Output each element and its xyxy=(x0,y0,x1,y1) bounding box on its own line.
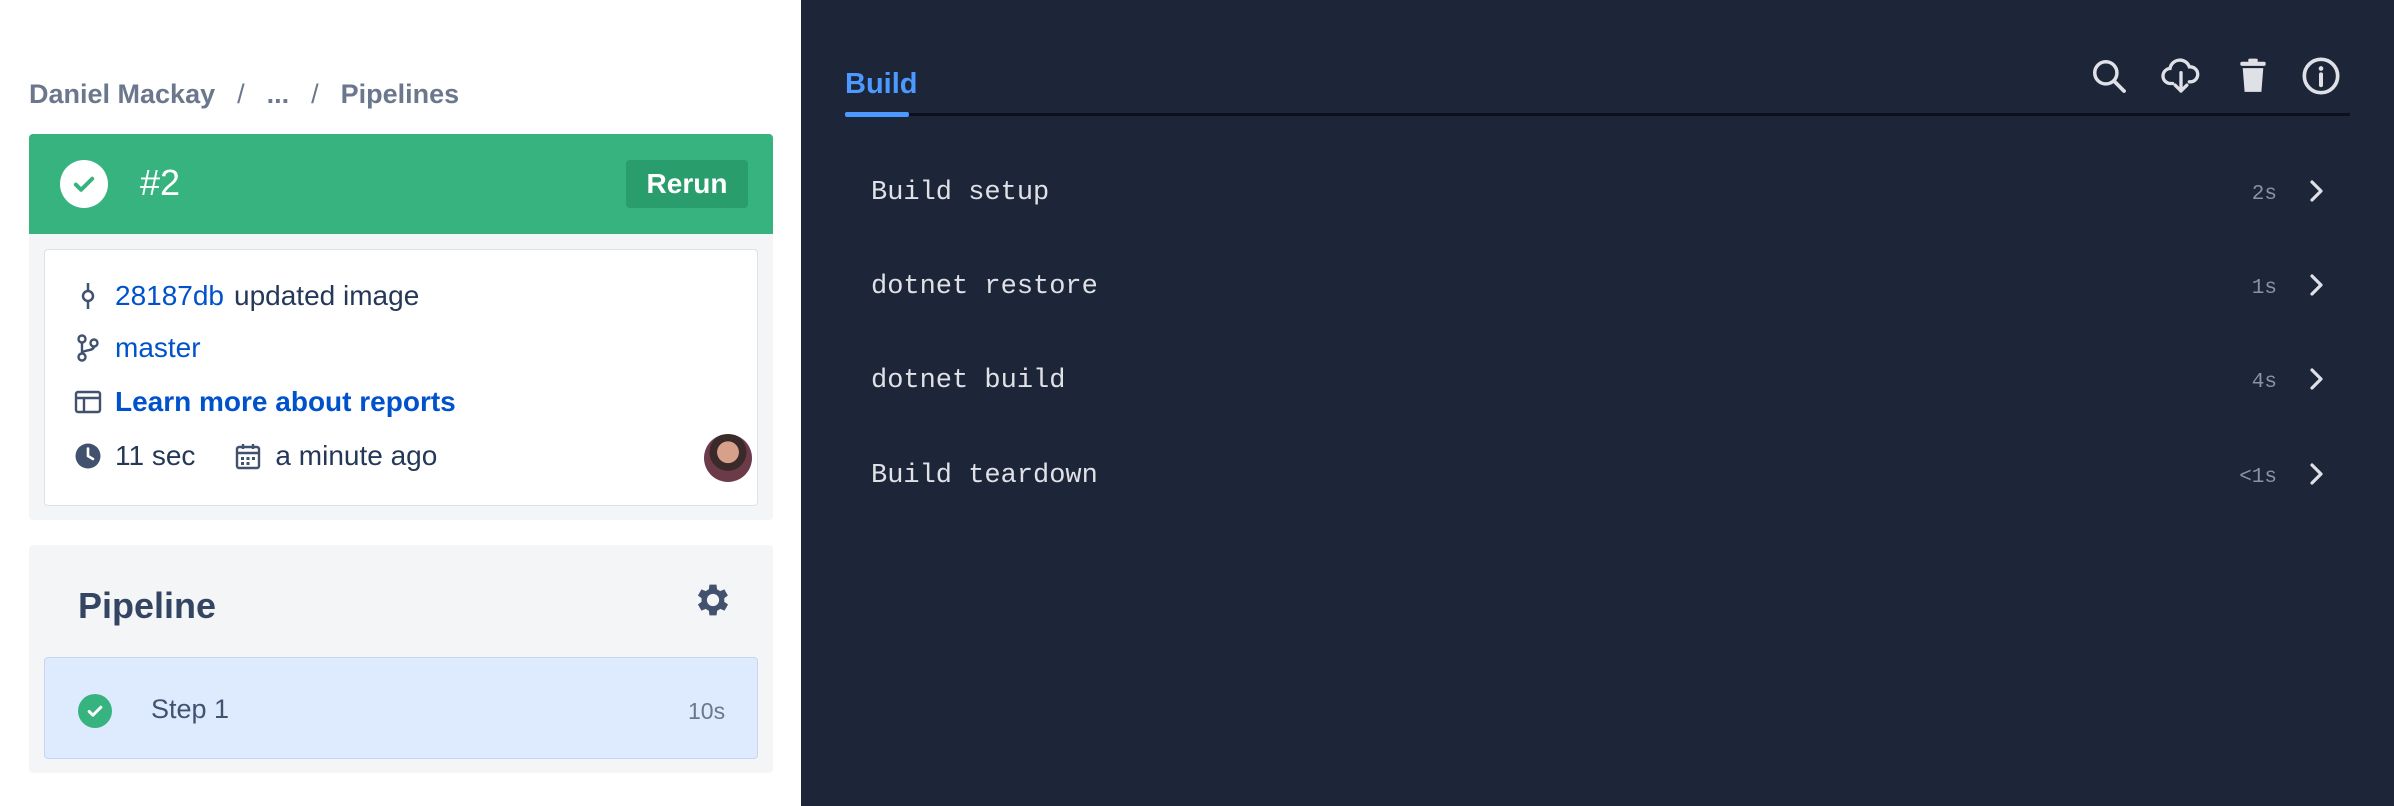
learn-more-reports-link[interactable]: Learn more about reports xyxy=(115,386,456,418)
breadcrumb-separator: / xyxy=(311,78,319,109)
run-started-time: a minute ago xyxy=(275,440,438,471)
run-details: 28187db updated image master Learn more … xyxy=(29,234,773,520)
commit-icon xyxy=(73,281,103,311)
chevron-right-icon xyxy=(2310,463,2323,485)
build-log-panel: Build Build setup 2s dotnet restore 1s d… xyxy=(801,0,2394,806)
tab-build[interactable]: Build xyxy=(845,68,918,101)
pipeline-step[interactable]: Step 1 10s xyxy=(44,657,758,759)
run-duration: 11 sec xyxy=(115,440,196,471)
tab-divider xyxy=(845,113,2350,116)
download-icon[interactable] xyxy=(2161,56,2201,96)
pipeline-sidebar: Daniel Mackay / ... / Pipelines #2 Rerun… xyxy=(0,0,801,806)
run-status-header: #2 Rerun xyxy=(29,134,773,234)
avatar[interactable] xyxy=(704,434,752,482)
run-details-card: 28187db updated image master Learn more … xyxy=(44,249,758,506)
pipeline-steps-panel: Pipeline Step 1 10s xyxy=(29,545,773,773)
timing-row: 11 sec a minute ago xyxy=(73,440,437,472)
chevron-right-icon xyxy=(2310,180,2323,202)
breadcrumb-ellipsis[interactable]: ... xyxy=(267,79,290,110)
pipeline-title: Pipeline xyxy=(78,585,217,626)
calendar-icon xyxy=(233,441,263,471)
clock-icon xyxy=(73,441,103,471)
log-section-name: dotnet restore xyxy=(871,272,1098,302)
breadcrumb-pipelines[interactable]: Pipelines xyxy=(341,79,460,110)
trash-icon[interactable] xyxy=(2233,56,2273,96)
commit-hash-link[interactable]: 28187db xyxy=(115,280,224,312)
breadcrumb-owner[interactable]: Daniel Mackay xyxy=(29,79,215,110)
breadcrumb-separator: / xyxy=(237,78,245,109)
reports-icon xyxy=(73,387,103,417)
log-section[interactable]: Build teardown <1s xyxy=(845,429,2350,521)
search-icon[interactable] xyxy=(2089,56,2129,96)
log-section[interactable]: dotnet build 4s xyxy=(845,334,2350,426)
commit-message: updated image xyxy=(234,280,420,311)
log-section-duration: 1s xyxy=(2251,277,2277,300)
log-section-duration: 2s xyxy=(2251,183,2277,206)
active-tab-indicator xyxy=(845,112,909,117)
breadcrumb: Daniel Mackay / ... / Pipelines xyxy=(29,76,459,112)
reports-row: Learn more about reports xyxy=(73,386,456,418)
gear-icon[interactable] xyxy=(692,579,734,621)
log-section-name: Build setup xyxy=(871,178,1050,208)
step-duration: 10s xyxy=(688,698,726,724)
branch-link[interactable]: master xyxy=(115,332,201,364)
step-name: Step 1 xyxy=(151,694,230,724)
rerun-button[interactable]: Rerun xyxy=(626,160,748,208)
log-section[interactable]: Build setup 2s xyxy=(845,146,2350,238)
branch-row: master xyxy=(73,332,201,364)
chevron-right-icon xyxy=(2310,274,2323,296)
log-section-duration: 4s xyxy=(2251,371,2277,394)
log-section-name: dotnet build xyxy=(871,366,1066,396)
commit-row: 28187db updated image xyxy=(73,280,419,312)
info-icon[interactable] xyxy=(2301,56,2341,96)
step-success-icon xyxy=(78,694,112,728)
log-section[interactable]: dotnet restore 1s xyxy=(845,240,2350,332)
log-section-name: Build teardown xyxy=(871,461,1098,491)
chevron-right-icon xyxy=(2310,368,2323,390)
branch-icon xyxy=(73,333,103,363)
run-number: #2 xyxy=(140,162,181,203)
success-check-icon xyxy=(60,160,108,208)
log-section-duration: <1s xyxy=(2239,466,2277,489)
